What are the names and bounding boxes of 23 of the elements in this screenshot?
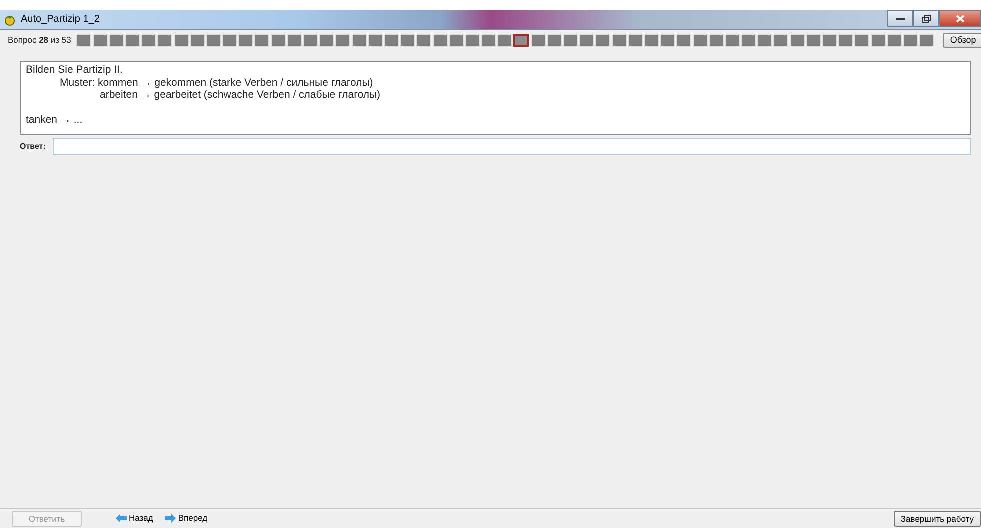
overview-button[interactable]: Обзор xyxy=(943,32,981,48)
close-icon xyxy=(956,14,964,22)
maximize-button[interactable] xyxy=(913,10,939,27)
answer-label: Ответ: xyxy=(20,140,47,152)
question-square[interactable] xyxy=(513,34,530,46)
question-text: Muster: xyxy=(60,76,96,89)
finish-button[interactable]: Завершить работу xyxy=(894,510,981,526)
window-title: Auto_Partizip 1_2 xyxy=(21,13,100,27)
forward-button[interactable]: Вперед xyxy=(165,512,208,525)
question-text: tanken → ... xyxy=(26,114,84,126)
question-text: arbeiten → gearbeitet (schwache Verben / слабые глаголы) xyxy=(99,89,382,102)
back-button[interactable]: Назад xyxy=(116,512,154,525)
maximize-icon xyxy=(922,14,930,22)
app-icon xyxy=(4,14,16,26)
arrow-icon xyxy=(116,514,127,523)
close-button[interactable] xyxy=(939,10,981,27)
question-counter: Вопрос 28 из 53 xyxy=(8,34,72,46)
question-text: Bilden Sie Partizip II. xyxy=(26,64,124,76)
minimize-button[interactable] xyxy=(887,10,913,27)
arrow-icon xyxy=(165,514,176,523)
answer-field[interactable] xyxy=(53,138,971,155)
minimize-icon xyxy=(896,16,904,20)
question-text: kommen → gekommen (starke Verben / сильные глаголы) xyxy=(98,76,374,89)
